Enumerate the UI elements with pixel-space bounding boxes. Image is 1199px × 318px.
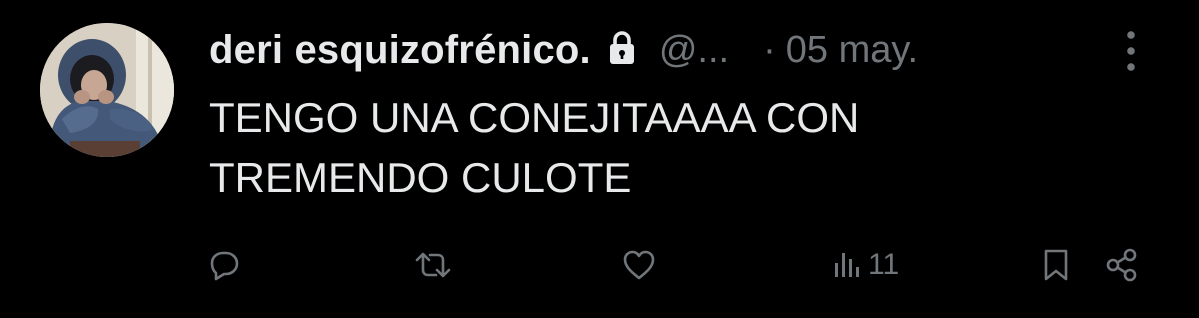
author-display-name[interactable]: deri esquizofrénico. [209,28,591,73]
retweet-icon [415,252,451,278]
tweet-text-line: TREMENDO CULOTE [209,154,632,201]
reply-button[interactable] [206,240,242,290]
like-button[interactable] [621,240,657,290]
views-button[interactable]: 11 [832,240,899,290]
tweet-date[interactable]: 05 may. [786,29,918,72]
retweet-button[interactable] [414,240,452,290]
tweet[interactable]: deri esquizofrénico. @... · 05 may. TENG… [0,0,1199,318]
heart-icon [623,250,655,280]
share-button[interactable] [1104,240,1140,290]
tweet-actions: 11 [0,240,1199,290]
author-handle[interactable]: @... [659,29,729,72]
lock-icon [607,30,637,66]
share-icon [1106,248,1137,282]
bookmark-button[interactable] [1040,240,1072,290]
avatar[interactable] [40,23,174,157]
reply-icon [210,251,239,281]
more-vertical-icon[interactable] [1118,28,1144,74]
bookmark-icon [1044,249,1068,281]
views-count: 11 [868,248,900,281]
separator-dot: · [763,28,776,71]
analytics-icon [835,253,859,277]
avatar-image [40,23,174,157]
tweet-text: TENGO UNA CONEJITAAAA CON TREMENDO CULOT… [209,88,1109,208]
tweet-header: deri esquizofrénico. @... · 05 may. [209,22,1169,78]
tweet-text-line: TENGO UNA CONEJITAAAA CON [209,94,860,141]
